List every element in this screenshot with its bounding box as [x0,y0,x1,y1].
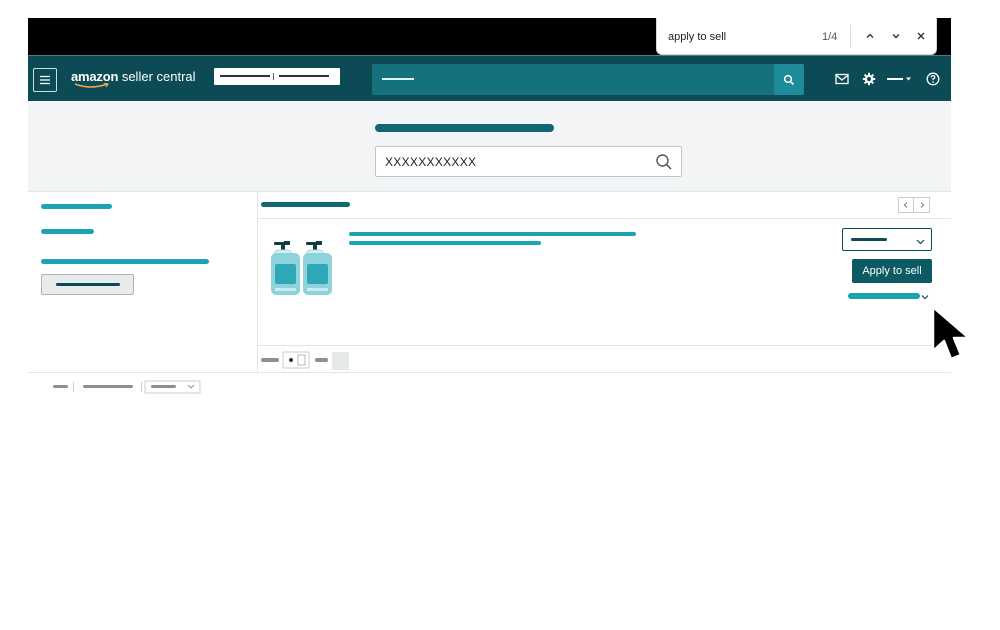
mail-icon[interactable] [833,70,851,88]
logo-primary-text: amazon [71,69,119,84]
search-icon[interactable] [774,64,804,95]
top-navigation: amazon seller central [28,55,951,101]
results-footer-controls [261,351,349,370]
product-search-value: XXXXXXXXXXX [385,155,477,169]
results-divider [258,218,951,219]
results-footer-divider [258,345,951,346]
page-footer-controls [53,380,201,394]
find-match-count: 1/4 [822,31,838,43]
page-total-placeholder [315,358,328,362]
filter-category-placeholder[interactable] [41,259,209,264]
account-name-placeholder [220,75,270,77]
search-results-panel: Apply to sell [258,191,951,372]
chevron-down-icon [915,234,926,252]
filter-button-label-placeholder [56,283,120,286]
product-image[interactable] [270,240,334,298]
results-pager [898,197,930,213]
product-search-section: XXXXXXXXXXX [28,101,951,191]
seller-central-window: apply to sell 1/4 amazon seller central [28,18,971,394]
pump-bottle-right [303,241,332,295]
filter-button[interactable] [41,274,134,295]
more-options-link-placeholder[interactable] [848,293,920,299]
search-icon[interactable] [655,153,673,176]
page-size-label-placeholder [261,358,279,362]
chevron-down-icon[interactable] [920,289,930,307]
close-icon[interactable] [911,26,931,46]
pump-bottle-left [271,241,300,295]
marketplace-placeholder [279,75,329,77]
product-details-placeholder [349,241,541,245]
gear-icon[interactable] [860,70,878,88]
smile-icon [74,83,109,88]
product-title-placeholder[interactable] [349,232,636,236]
footer-link-placeholder [83,385,133,388]
chevron-down-icon[interactable] [886,26,906,46]
results-heading-placeholder [261,202,350,207]
hero-title-placeholder [375,124,554,132]
page-jump-button [332,352,349,370]
find-divider [850,25,851,48]
amazon-seller-central-logo[interactable]: amazon seller central [71,69,196,88]
product-search-input[interactable]: XXXXXXXXXXX [375,146,682,177]
condition-select[interactable] [842,228,932,251]
nav-search-placeholder [382,78,414,80]
find-query[interactable]: apply to sell [668,31,726,43]
menu-icon[interactable] [33,68,57,92]
help-icon[interactable] [924,70,942,88]
chevron-up-icon[interactable] [860,26,880,46]
chevron-right-icon[interactable] [914,197,930,213]
page-divider [28,372,951,373]
apply-to-sell-button[interactable]: Apply to sell [852,259,932,283]
footer-label-placeholder [53,385,68,388]
filter-sidebar [28,191,258,372]
find-in-page-bar: apply to sell 1/4 [656,18,937,55]
account-menu[interactable] [886,70,914,88]
filter-option-placeholder[interactable] [41,229,94,234]
account-switcher[interactable] [214,68,340,85]
chevron-left-icon[interactable] [898,197,914,213]
logo-secondary-text: seller central [121,69,196,84]
filter-heading-placeholder [41,204,112,209]
account-divider [273,73,274,80]
nav-search-input[interactable] [372,64,804,95]
condition-select-value-placeholder [851,238,887,241]
mouse-pointer-icon [931,305,971,361]
